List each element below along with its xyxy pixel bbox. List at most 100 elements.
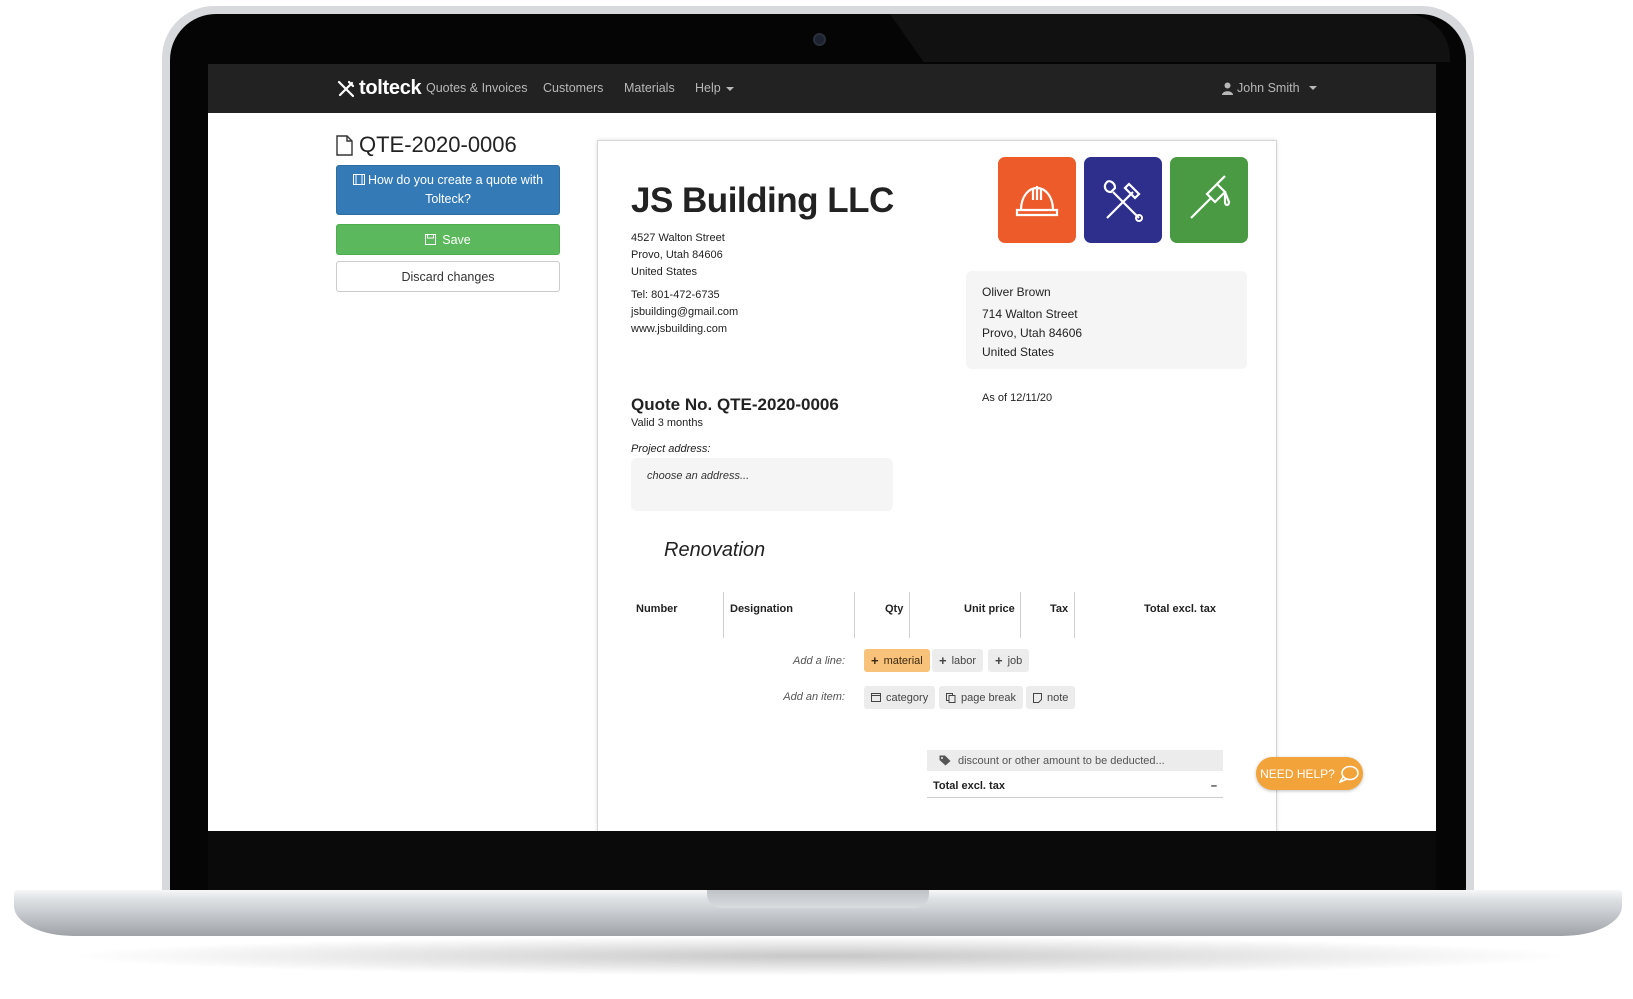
column-header-qty: Qty bbox=[885, 603, 904, 615]
nav-customers[interactable]: Customers bbox=[543, 81, 603, 95]
section-title[interactable]: Renovation bbox=[664, 539, 765, 562]
quote-validity[interactable]: Valid 3 months bbox=[631, 417, 703, 429]
need-help-button[interactable]: NEED HELP? bbox=[1256, 757, 1363, 790]
column-header-designation: Designation bbox=[730, 603, 793, 615]
bezel-bottom bbox=[208, 830, 1436, 890]
company-address-line: United States bbox=[631, 266, 698, 278]
window-icon bbox=[871, 693, 881, 702]
column-header-total: Total excl. tax bbox=[1144, 603, 1216, 615]
add-note-label: note bbox=[1047, 691, 1069, 704]
laptop-shadow bbox=[60, 936, 1580, 976]
chat-bubble-icon bbox=[1338, 765, 1359, 783]
film-icon bbox=[352, 174, 365, 185]
user-icon bbox=[1222, 82, 1233, 95]
column-divider bbox=[909, 592, 910, 638]
column-divider bbox=[723, 592, 724, 638]
company-address[interactable]: 4527 Walton Street Provo, Utah 84606 Uni… bbox=[631, 230, 725, 281]
tools-logo bbox=[1084, 157, 1162, 243]
company-phone: Tel: 801-472-6735 bbox=[631, 289, 720, 301]
quote-date[interactable]: As of 12/11/20 bbox=[982, 392, 1052, 404]
discount-placeholder: discount or other amount to be deducted.… bbox=[958, 754, 1165, 767]
client-address-box[interactable]: Oliver Brown 714 Walton Street Provo, Ut… bbox=[966, 271, 1247, 369]
file-icon bbox=[336, 134, 353, 156]
quote-id: QTE-2020-0006 bbox=[359, 132, 517, 157]
add-material-label: material bbox=[883, 654, 923, 667]
nav-materials[interactable]: Materials bbox=[624, 81, 675, 95]
laptop-notch bbox=[707, 890, 929, 908]
company-logos[interactable] bbox=[998, 157, 1248, 243]
client-address-line: 714 Walton Street bbox=[982, 307, 1078, 321]
add-line-label: Add a line: bbox=[793, 655, 845, 667]
add-category-button[interactable]: category bbox=[864, 686, 936, 709]
add-page-break-button[interactable]: page break bbox=[939, 686, 1024, 709]
company-email: jsbuilding@gmail.com bbox=[631, 306, 739, 318]
add-material-button[interactable]: + material bbox=[864, 649, 930, 672]
hammer-wrench-icon bbox=[1103, 180, 1143, 222]
brand-name: tolteck bbox=[359, 77, 422, 99]
column-header-unit-price: Unit price bbox=[964, 603, 1015, 615]
company-website: www.jsbuilding.com bbox=[631, 323, 727, 335]
discard-changes-button[interactable]: Discard changes bbox=[336, 261, 560, 292]
save-button-label: Save bbox=[442, 232, 471, 247]
add-note-button[interactable]: note bbox=[1026, 686, 1076, 709]
plus-icon: + bbox=[939, 653, 947, 668]
camera-icon bbox=[813, 33, 826, 46]
project-address-label: Project address: bbox=[631, 443, 711, 455]
plus-icon: + bbox=[995, 653, 1003, 668]
tutorial-button[interactable]: How do you create a quote with Tolteck? bbox=[336, 165, 560, 215]
client-name: Oliver Brown bbox=[982, 285, 1051, 299]
brand-logo[interactable]: tolteck bbox=[336, 77, 422, 100]
paintbrush-icon bbox=[1190, 175, 1231, 219]
chevron-down-icon bbox=[725, 86, 734, 91]
tag-icon bbox=[939, 755, 951, 766]
page-title: QTE-2020-0006 bbox=[336, 132, 517, 158]
bezel-reflection bbox=[890, 14, 1450, 62]
column-header-tax: Tax bbox=[1050, 603, 1069, 615]
company-contact[interactable]: Tel: 801-472-6735 jsbuilding@gmail.com w… bbox=[631, 287, 738, 338]
tools-icon bbox=[337, 80, 355, 97]
column-divider bbox=[1074, 592, 1075, 638]
total-value: – bbox=[1210, 779, 1217, 792]
floppy-icon bbox=[425, 234, 437, 245]
add-labor-button[interactable]: + labor bbox=[932, 649, 984, 672]
add-job-button[interactable]: + job bbox=[988, 649, 1030, 672]
chevron-down-icon bbox=[1308, 86, 1317, 90]
add-job-label: job bbox=[1007, 654, 1023, 667]
need-help-label: NEED HELP? bbox=[1260, 766, 1335, 781]
column-divider bbox=[854, 592, 855, 638]
add-category-label: category bbox=[886, 691, 929, 704]
discount-input[interactable]: discount or other amount to be deducted.… bbox=[927, 750, 1223, 771]
tutorial-button-content: How do you create a quote with Tolteck? bbox=[351, 171, 545, 209]
app-screen: tolteck Quotes & Invoices Customers Mate… bbox=[208, 64, 1436, 831]
company-address-line: Provo, Utah 84606 bbox=[631, 249, 723, 261]
client-address-line: United States bbox=[982, 345, 1055, 359]
save-button[interactable]: Save bbox=[336, 224, 560, 255]
project-address-select[interactable]: choose an address... bbox=[631, 458, 893, 511]
nav-help-dropdown[interactable]: Help bbox=[695, 81, 734, 95]
hard-hat-icon bbox=[1015, 186, 1059, 217]
user-name: John Smith bbox=[1237, 81, 1300, 95]
top-navbar: tolteck Quotes & Invoices Customers Mate… bbox=[208, 64, 1436, 113]
note-icon bbox=[1033, 692, 1042, 703]
nav-quotes-invoices[interactable]: Quotes & Invoices bbox=[426, 81, 527, 95]
plus-icon: + bbox=[871, 653, 879, 668]
user-menu[interactable]: John Smith bbox=[1222, 81, 1317, 95]
paintbrush-logo bbox=[1170, 157, 1248, 243]
nav-help-label: Help bbox=[695, 81, 721, 95]
column-divider bbox=[1020, 592, 1021, 638]
laptop-scene: tolteck Quotes & Invoices Customers Mate… bbox=[0, 0, 1633, 999]
quote-number: Quote No. QTE-2020-0006 bbox=[631, 395, 839, 414]
hard-hat-logo bbox=[998, 157, 1076, 243]
add-page-break-label: page break bbox=[961, 691, 1017, 704]
company-name[interactable]: JS Building LLC bbox=[631, 181, 894, 221]
company-address-line: 4527 Walton Street bbox=[631, 232, 725, 244]
client-address-line: Provo, Utah 84606 bbox=[982, 326, 1083, 340]
column-header-number: Number bbox=[636, 603, 678, 615]
total-excl-tax-row: Total excl. tax – bbox=[927, 774, 1223, 798]
tutorial-button-label: How do you create a quote with Tolteck? bbox=[367, 173, 544, 206]
add-item-label: Add an item: bbox=[783, 691, 845, 703]
total-label: Total excl. tax bbox=[933, 779, 1005, 792]
copy-icon bbox=[946, 692, 956, 703]
quote-document: JS Building LLC 4527 Walton Street Provo… bbox=[597, 140, 1277, 831]
add-labor-label: labor bbox=[951, 654, 977, 667]
